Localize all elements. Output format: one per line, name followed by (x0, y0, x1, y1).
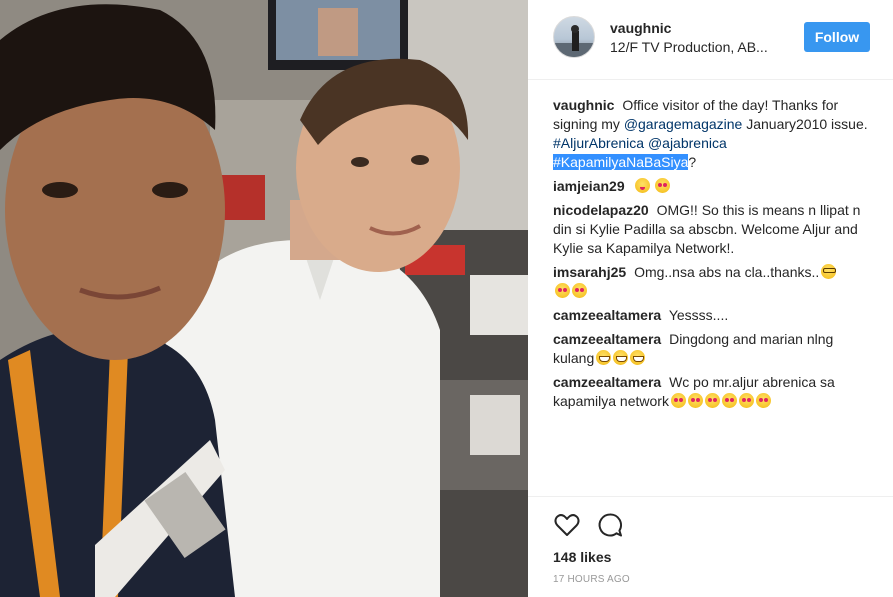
instagram-post: vaughnic 12/F TV Production, AB... Follo… (0, 0, 893, 597)
post-location[interactable]: 12/F TV Production, AB... (610, 39, 768, 55)
heart-eyes-emoji-icon (755, 393, 771, 408)
heart-outline-icon (554, 514, 580, 536)
comment-text: Omg..nsa abs na cla..thanks.. (634, 264, 820, 280)
comment-username[interactable]: nicodelapaz20 (553, 202, 649, 218)
caption-username[interactable]: vaughnic (553, 97, 614, 113)
avatar-image (554, 25, 594, 57)
comment-username[interactable]: camzeealtamera (553, 374, 661, 390)
heart-eyes-emoji-icon (670, 393, 686, 408)
comment-button[interactable] (596, 511, 624, 539)
heart-eyes-emoji-icon (704, 393, 720, 408)
follow-button[interactable]: Follow (804, 22, 870, 52)
comment-item: imsarahj25 Omg..nsa abs na cla..thanks.. (553, 263, 873, 301)
post-header: vaughnic 12/F TV Production, AB... Follo… (528, 0, 893, 80)
comment-list: vaughnic Office visitor of the day! Than… (553, 96, 873, 416)
caption-mention[interactable]: @ajabrenica (648, 135, 727, 151)
comment-item: nicodelapaz20 OMG!! So this is means n l… (553, 201, 873, 258)
speech-bubble-icon (598, 513, 622, 537)
avatar[interactable] (553, 16, 595, 58)
face-blowing-kiss-emoji-icon (655, 178, 671, 193)
post-actions: 148 likes 17 HOURS AGO (528, 496, 893, 597)
comment-username[interactable]: camzeealtamera (553, 307, 661, 323)
post-sidebar: vaughnic 12/F TV Production, AB... Follo… (528, 0, 893, 597)
caption-hashtag-selected[interactable]: #KapamilyaNaBaSiya (553, 154, 689, 170)
face-blowing-kiss-emoji-icon (555, 283, 570, 298)
face-blowing-kiss-emoji-icon (572, 283, 587, 298)
caption-text-3: ? (688, 154, 697, 170)
post-timestamp[interactable]: 17 HOURS AGO (553, 574, 630, 585)
caption: vaughnic Office visitor of the day! Than… (553, 96, 873, 172)
caption-text-2: January2010 issue. (746, 116, 868, 132)
grinning-face-emoji-icon (630, 350, 646, 365)
grinning-face-emoji-icon (613, 350, 629, 365)
caption-hashtag[interactable]: #AljurAbrenica (553, 135, 644, 151)
comment-item: iamjeian29 (553, 177, 873, 196)
comment-text: Yessss.... (668, 307, 729, 323)
like-button[interactable] (553, 511, 581, 539)
post-author-username[interactable]: vaughnic (610, 20, 671, 36)
comment-item: camzeealtamera Wc po mr.aljur abrenica s… (553, 373, 873, 411)
comment-item: camzeealtamera Yessss.... (553, 306, 873, 325)
heart-eyes-emoji-icon (687, 393, 703, 408)
like-count[interactable]: 148 likes (553, 549, 611, 565)
heart-eyes-emoji-icon (738, 393, 754, 408)
comment-item: camzeealtamera Dingdong and marian nlng … (553, 330, 873, 368)
comment-username[interactable]: imsarahj25 (553, 264, 626, 280)
winking-face-emoji-icon (634, 178, 650, 193)
post-photo[interactable] (0, 0, 528, 597)
grinning-face-emoji-icon (596, 350, 612, 365)
nerd-face-emoji-icon (821, 264, 837, 279)
heart-eyes-emoji-icon (721, 393, 737, 408)
caption-mention[interactable]: @garagemagazine (624, 116, 743, 132)
comment-username[interactable]: camzeealtamera (553, 331, 661, 347)
comment-username[interactable]: iamjeian29 (553, 178, 625, 194)
selfie-photo-illustration (0, 0, 528, 597)
